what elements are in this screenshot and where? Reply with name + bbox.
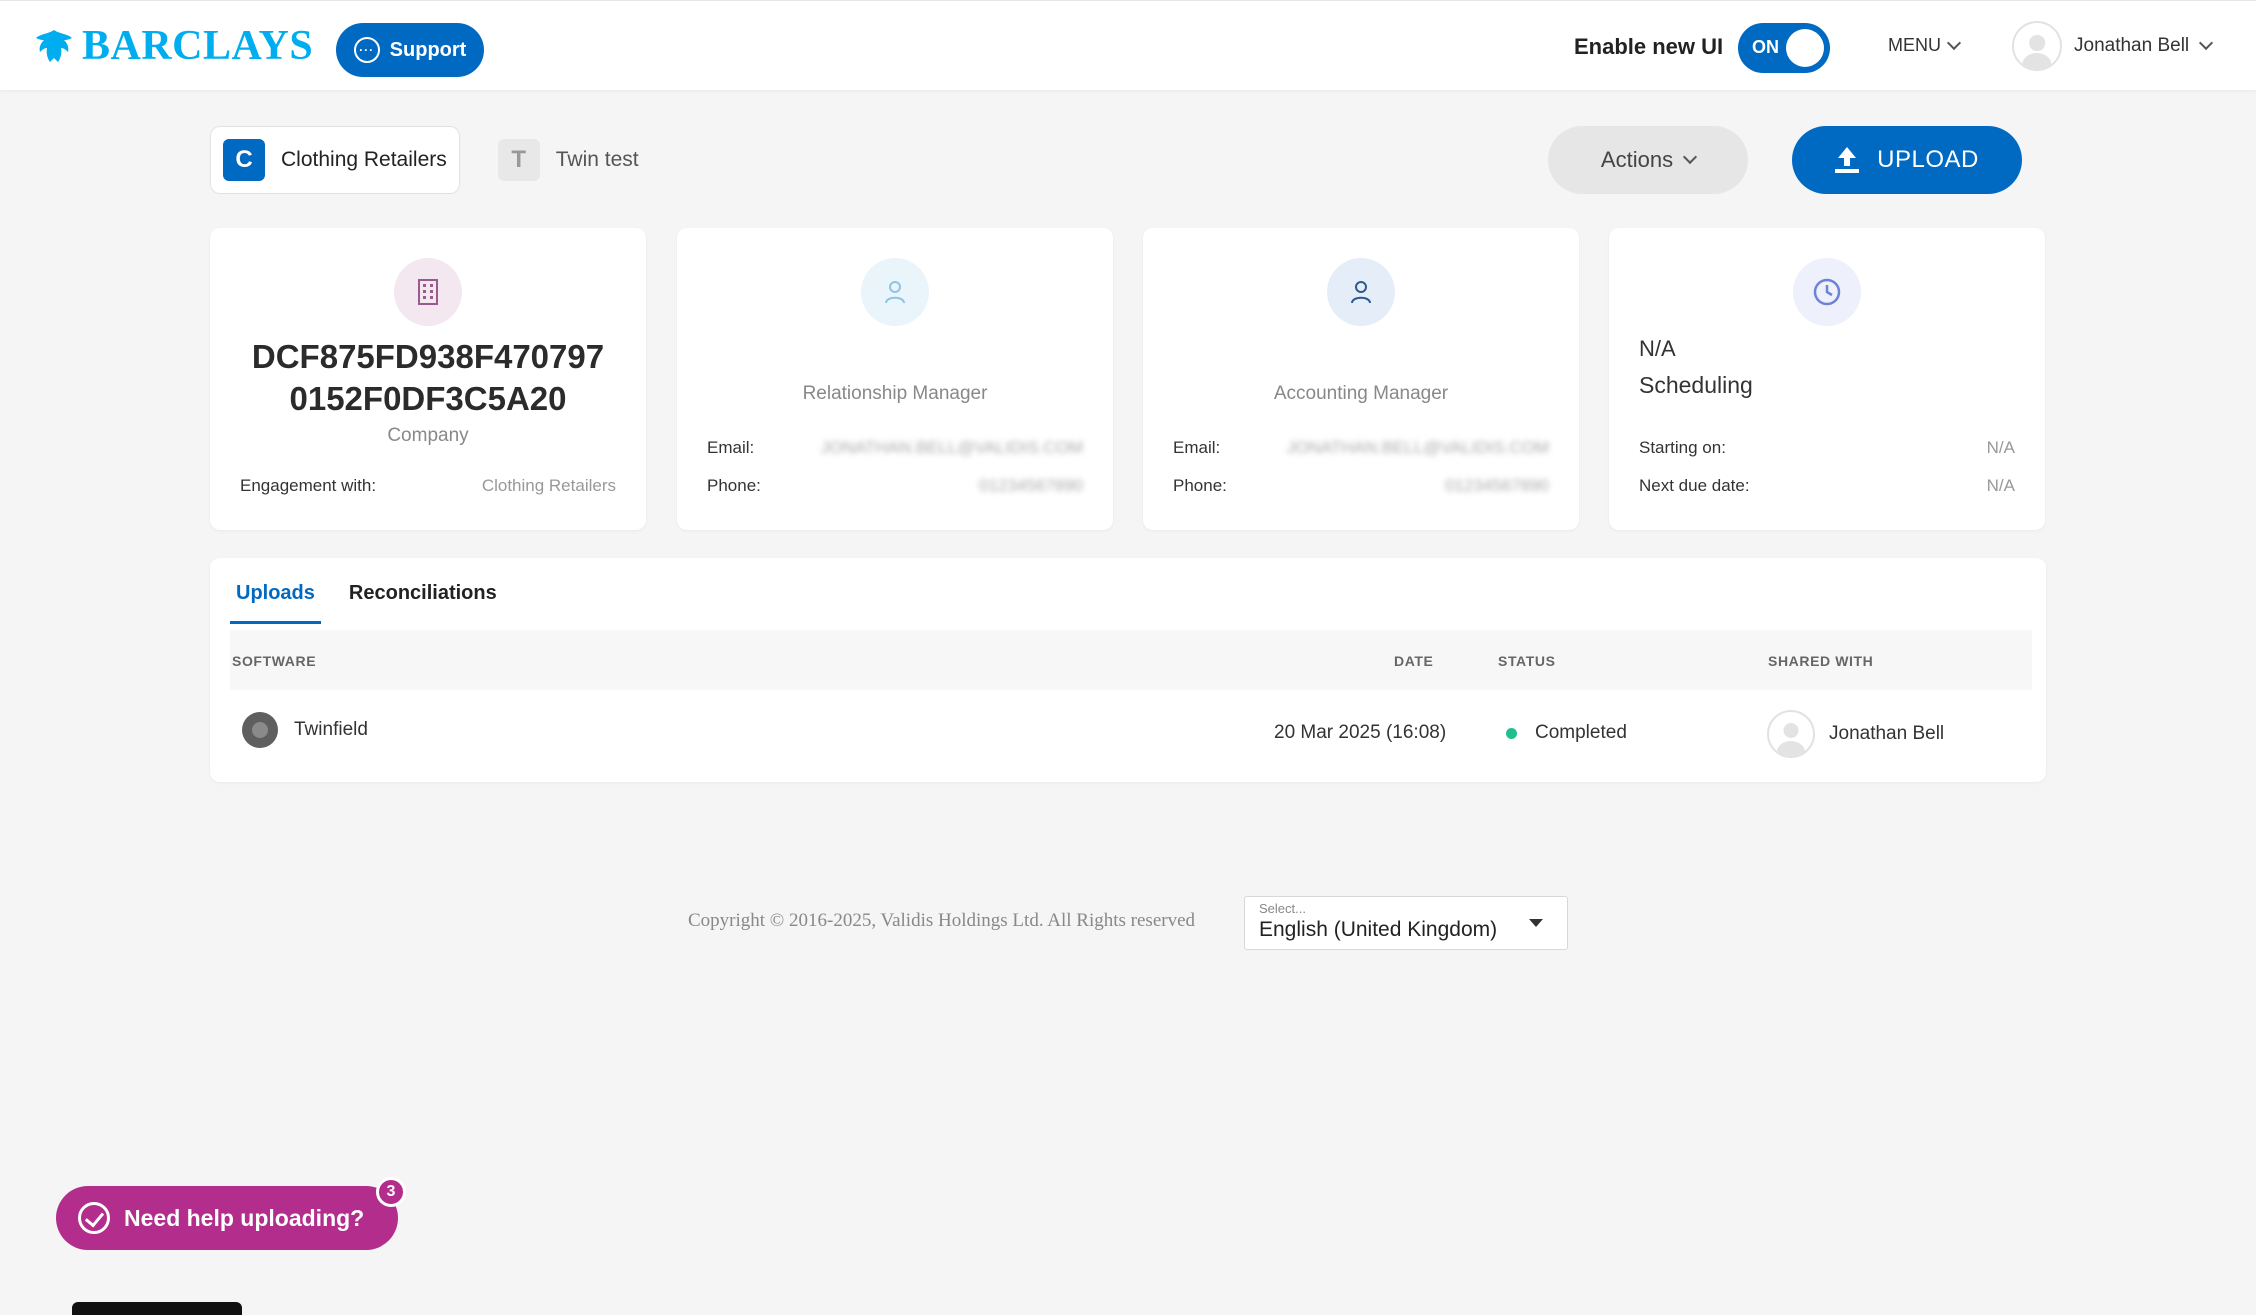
help-label: Need help uploading? [124,1204,365,1231]
uploads-panel: Uploads Reconciliations SOFTWARE DATE ST… [210,558,2046,782]
support-label: Support [389,38,467,61]
actions-label: Actions [1600,147,1674,172]
phone-row: Phone: 01234567890 [707,476,1083,496]
eagle-icon [36,30,72,62]
software-icon [242,712,278,748]
brand-wordmark: BARCLAYS [82,23,314,69]
phone-value: 01234567890 [1444,476,1549,495]
engagement-row: Engagement with: Clothing Retailers [240,476,616,496]
relationship-manager-card: Relationship Manager Email: JONATHAN.BEL… [677,228,1113,530]
email-label: Email: [707,438,755,457]
upload-label: UPLOAD [1877,146,1979,173]
upload-icon [1835,147,1860,173]
role-label: Relationship Manager [802,383,988,404]
person-icon [861,258,929,326]
org-tab-twin-test[interactable]: T Twin test [486,126,651,194]
org-letter-badge: C [223,139,265,181]
person-icon [1327,258,1395,326]
chat-icon: ··· [353,37,380,63]
starting-label: Starting on: [1639,438,1726,457]
user-menu[interactable]: Jonathan Bell [2012,21,2214,71]
company-label: Company [387,425,469,446]
help-count-badge: 3 [376,1177,406,1207]
user-avatar [2012,21,2062,71]
chevron-down-icon [1946,35,1962,50]
email-value: JONATHAN.BELL@VALIDIS.COM [1286,438,1549,457]
company-id-text: DCF875FD938F4707970152F0DF3C5A20 [251,338,605,417]
new-ui-toggle[interactable]: ON [1738,23,1830,73]
user-name: Jonathan Bell [2074,35,2190,56]
column-software[interactable]: SOFTWARE [232,653,316,669]
toggle-knob [1786,29,1824,67]
column-date[interactable]: DATE [1394,653,1433,669]
status-cell: Completed [1506,722,1627,744]
barclays-logo[interactable]: BARCLAYS [34,25,313,67]
caret-down-icon [1529,919,1543,927]
engagement-label: Engagement with: [240,476,377,495]
email-row: Email: JONATHAN.BELL@VALIDIS.COM [707,438,1083,458]
engagement-value: Clothing Retailers [481,476,616,495]
org-letter-badge: T [497,139,540,181]
top-header: BARCLAYS ··· Support Enable new UI ON ME… [0,0,2256,90]
accounting-manager-card: Accounting Manager Email: JONATHAN.BELL@… [1143,228,1579,530]
software-name: Twinfield [294,719,368,740]
organisation-tabs: C Clothing Retailers T Twin test [210,126,651,194]
language-select[interactable]: Select... English (United Kingdom) [1244,896,1568,950]
scheduling-card: N/A Scheduling Starting on: N/A Next due… [1609,228,2045,530]
software-cell: Twinfield [242,712,368,748]
table-header: SOFTWARE DATE STATUS SHARED WITH [230,630,2032,690]
clock-icon [1793,258,1861,326]
email-label: Email: [1173,438,1221,457]
email-row: Email: JONATHAN.BELL@VALIDIS.COM [1173,438,1549,458]
chevron-down-icon [1683,149,1698,165]
phone-value: 01234567890 [978,476,1083,495]
role-label: Accounting Manager [1273,383,1449,404]
next-due-value: N/A [1986,476,2015,495]
tab-reconciliations[interactable]: Reconciliations [343,578,503,624]
scheduling-value: N/A [1639,336,1676,361]
upload-button[interactable]: UPLOAD [1792,126,2022,194]
actions-button[interactable]: Actions [1548,126,1748,194]
company-id: DCF875FD938F4707970152F0DF3C5A20 [210,336,646,420]
column-shared-with[interactable]: SHARED WITH [1768,653,1873,669]
email-value: JONATHAN.BELL@VALIDIS.COM [820,438,1083,457]
menu-dropdown[interactable]: MENU [1888,35,1962,56]
menu-label: MENU [1888,35,1941,55]
scheduling-title: Scheduling [1639,372,1753,398]
phone-label: Phone: [707,476,761,495]
next-due-row: Next due date: N/A [1639,476,2015,496]
company-card: DCF875FD938F4707970152F0DF3C5A20 Company… [210,228,646,530]
starting-row: Starting on: N/A [1639,438,2015,458]
language-placeholder: Select... [1259,901,1306,916]
phone-label: Phone: [1173,476,1227,495]
next-due-label: Next due date: [1639,476,1750,495]
column-status[interactable]: STATUS [1498,653,1556,669]
shared-user-avatar [1767,710,1815,758]
org-tab-label: Clothing Retailers [281,148,447,171]
copyright-text: Copyright © 2016-2025, Validis Holdings … [688,910,1196,931]
new-ui-toggle-label: Enable new UI [1574,34,1724,59]
check-circle-icon [78,1202,110,1234]
shared-with-cell: Jonathan Bell [1767,710,1944,758]
org-tab-label: Twin test [555,148,639,171]
toggle-state-text: ON [1752,37,1779,57]
chevron-down-icon [2199,35,2214,51]
table-row[interactable]: Twinfield 20 Mar 2025 (16:08) Completed … [230,696,2032,766]
status-dot-icon [1506,727,1517,739]
starting-value: N/A [1986,438,2015,457]
shared-user-name: Jonathan Bell [1829,723,1945,744]
phone-row: Phone: 01234567890 [1173,476,1549,496]
bottom-widget-tab[interactable] [72,1302,242,1315]
upload-date: 20 Mar 2025 (16:08) [1274,722,1447,743]
support-button[interactable]: ··· Support [336,23,484,77]
status-text: Completed [1535,722,1627,743]
language-value: English (United Kingdom) [1259,918,1498,941]
org-tab-clothing-retailers[interactable]: C Clothing Retailers [210,126,460,194]
need-help-uploading-button[interactable]: Need help uploading? [56,1186,398,1250]
tab-uploads[interactable]: Uploads [230,578,321,624]
panel-tabs: Uploads Reconciliations [230,578,503,624]
building-icon [394,258,462,326]
